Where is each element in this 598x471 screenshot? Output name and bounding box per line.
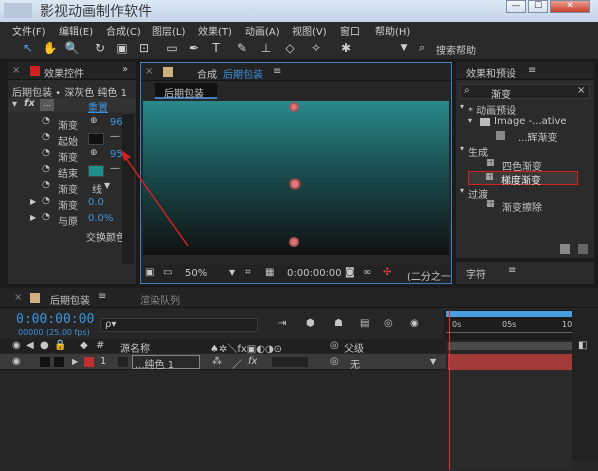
annotation-arrow [121,150,189,247]
